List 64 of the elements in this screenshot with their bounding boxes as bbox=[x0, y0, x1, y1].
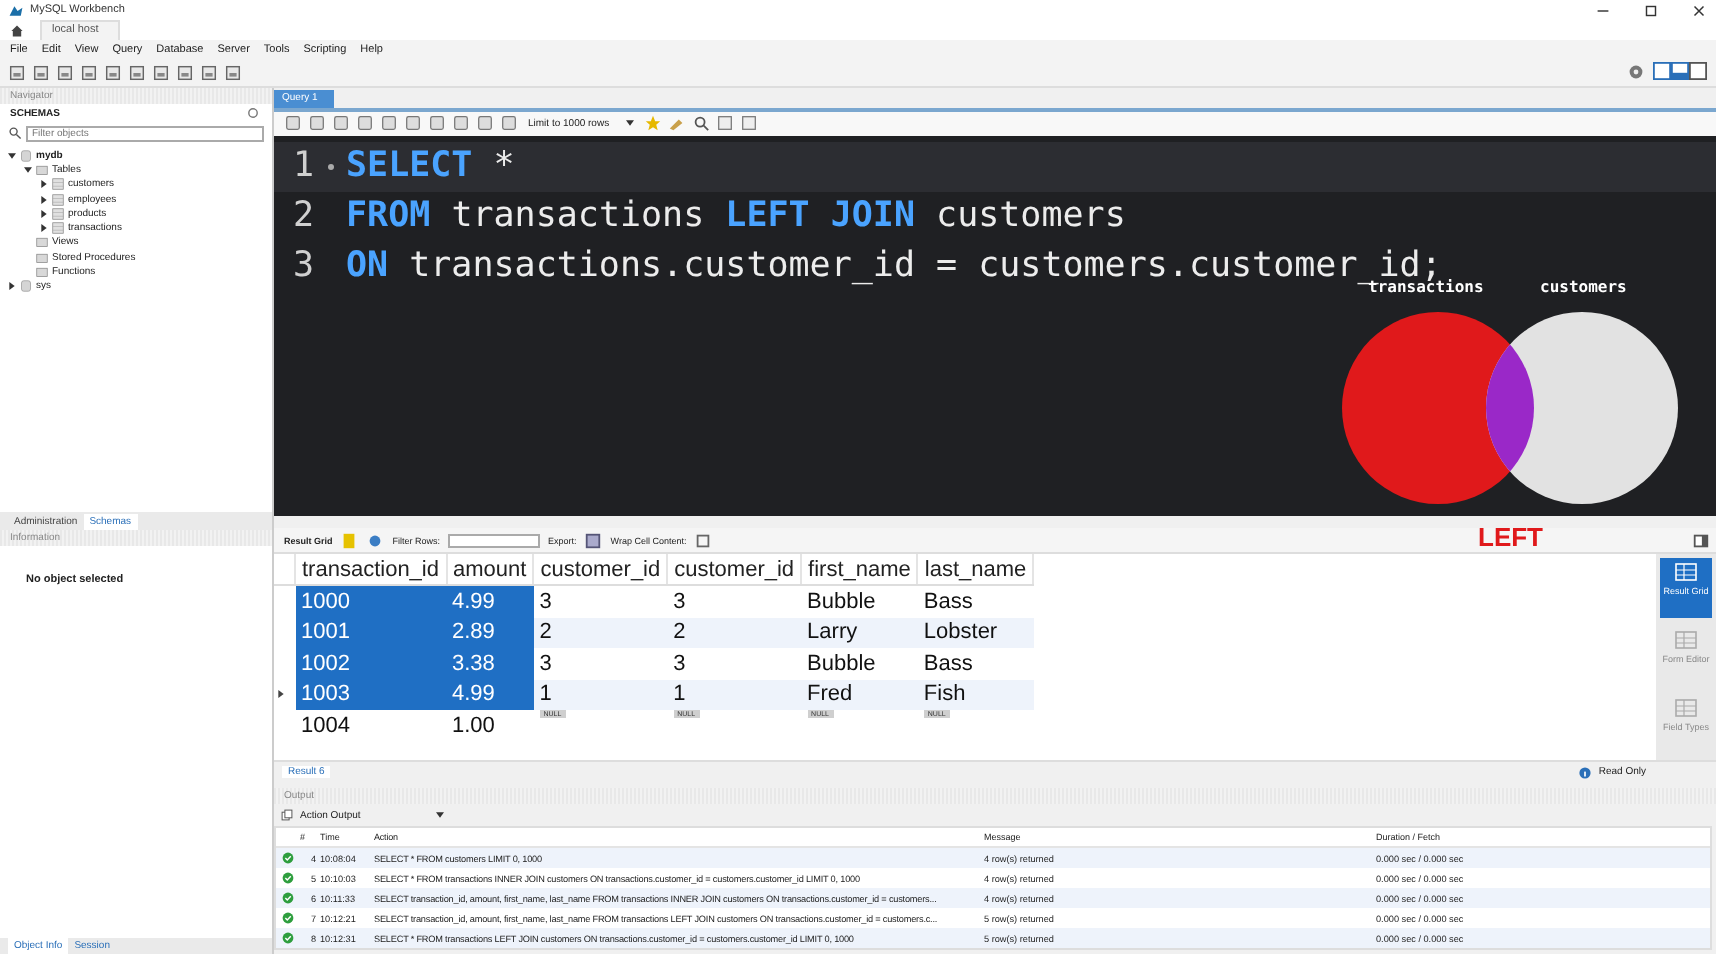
table-cell[interactable]: 1002 bbox=[295, 648, 446, 680]
table-cell[interactable]: 1 bbox=[667, 679, 802, 711]
table-cell[interactable]: Bubble bbox=[801, 648, 918, 680]
table-cell[interactable]: Bass bbox=[917, 648, 1034, 680]
expander-icon[interactable] bbox=[8, 282, 16, 291]
copy-icon[interactable] bbox=[280, 808, 294, 823]
expander-icon[interactable] bbox=[24, 165, 32, 174]
line-number: 2 bbox=[290, 196, 314, 237]
venn-label: customers bbox=[1540, 278, 1627, 296]
table-cell[interactable]: 2 bbox=[667, 617, 802, 649]
success-icon bbox=[282, 912, 294, 924]
column-header[interactable]: first_name bbox=[801, 554, 918, 586]
table-cell[interactable]: Fish bbox=[917, 679, 1034, 711]
database-icon bbox=[20, 280, 32, 293]
panel-toggle-icon[interactable] bbox=[1692, 531, 1710, 550]
table-cell[interactable]: Fred bbox=[801, 679, 918, 711]
table-cell[interactable]: Bass bbox=[917, 585, 1034, 618]
line-number: 3 bbox=[290, 246, 314, 287]
success-icon bbox=[282, 852, 294, 864]
table-cell[interactable]: Lobster bbox=[917, 617, 1034, 649]
database-icon bbox=[20, 149, 32, 162]
table-cell[interactable]: 3 bbox=[667, 648, 802, 680]
expander-icon[interactable] bbox=[40, 195, 48, 204]
table-cell[interactable]: 3 bbox=[667, 585, 802, 618]
close-icon[interactable] bbox=[1690, 1, 1708, 19]
line-number: 1 bbox=[290, 146, 314, 187]
code-line: FROM transactions LEFT JOIN customers bbox=[346, 196, 1126, 237]
success-icon bbox=[282, 892, 294, 904]
success-icon bbox=[282, 872, 294, 884]
panel-layout-icon[interactable] bbox=[1652, 62, 1708, 80]
current-row-icon bbox=[278, 690, 284, 699]
column-header[interactable]: last_name bbox=[917, 554, 1034, 586]
table-cell[interactable]: Larry bbox=[801, 617, 918, 649]
table-cell[interactable]: 1 bbox=[533, 679, 668, 711]
expander-icon[interactable] bbox=[40, 224, 48, 233]
maximize-icon[interactable] bbox=[1642, 1, 1660, 19]
column-header[interactable]: customer_id bbox=[533, 554, 668, 586]
code-line: SELECT * bbox=[346, 146, 515, 187]
table-cell[interactable]: 4.99 bbox=[446, 679, 534, 711]
table-cell[interactable]: 3 bbox=[533, 585, 668, 618]
table-cell[interactable]: 1004 bbox=[295, 710, 446, 742]
caret-icon bbox=[436, 812, 444, 819]
table-cell[interactable]: 1003 bbox=[295, 679, 446, 711]
table-cell[interactable]: 2.89 bbox=[446, 617, 534, 649]
expander-icon[interactable] bbox=[8, 151, 16, 160]
settings-icon[interactable] bbox=[1628, 63, 1644, 79]
home-icon[interactable] bbox=[10, 24, 24, 38]
column-header[interactable]: customer_id bbox=[667, 554, 802, 586]
info-icon bbox=[1578, 765, 1593, 780]
expander-icon[interactable] bbox=[40, 180, 48, 189]
table-cell[interactable]: Bubble bbox=[801, 585, 918, 618]
caret-icon bbox=[625, 120, 634, 127]
join-type-caption: LEFT bbox=[1478, 522, 1543, 552]
filter-rows-field[interactable] bbox=[448, 533, 541, 548]
table-cell[interactable]: 1000 bbox=[295, 585, 446, 618]
table-cell[interactable]: 3.38 bbox=[446, 648, 534, 680]
expander-icon[interactable] bbox=[40, 209, 48, 218]
star-icon[interactable] bbox=[643, 114, 662, 133]
table-cell[interactable]: 2 bbox=[533, 617, 668, 649]
table-cell[interactable]: 4.99 bbox=[446, 585, 534, 618]
table-cell[interactable]: 3 bbox=[533, 648, 668, 680]
success-icon bbox=[282, 932, 294, 944]
table-cell[interactable]: 1.00 bbox=[446, 710, 534, 742]
table-cell[interactable]: 1001 bbox=[295, 617, 446, 649]
